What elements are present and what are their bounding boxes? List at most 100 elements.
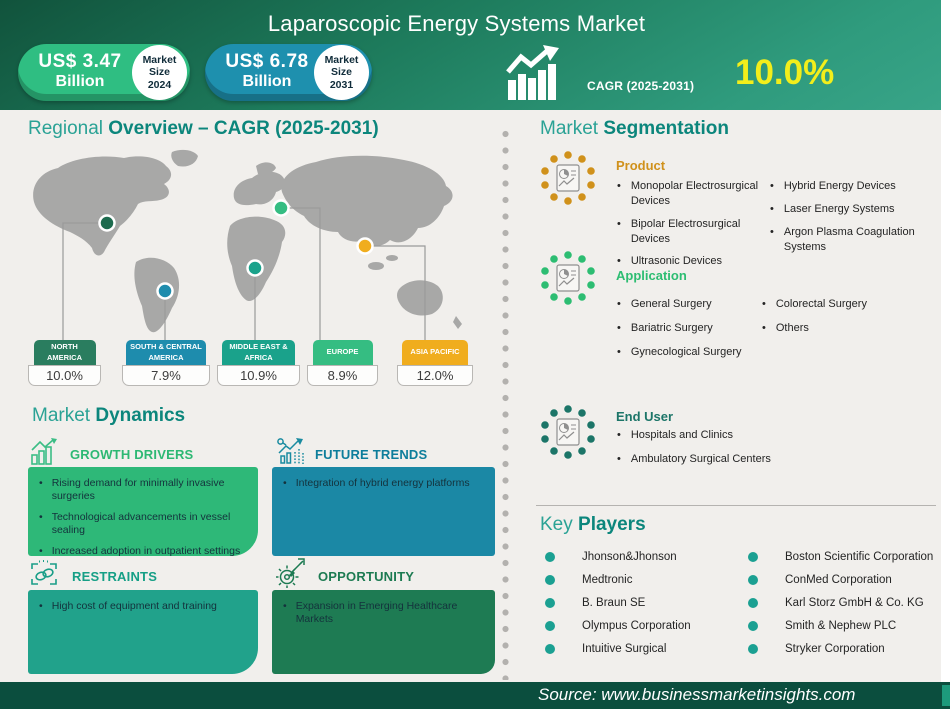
market-dynamics-title: Market Dynamics [32, 405, 185, 427]
region-name: MIDDLE EAST & AFRICA [222, 340, 295, 365]
market-size-badge-2031: US$ 6.78 Billion Market Size 2031 [205, 44, 372, 101]
application-segment-icon [538, 250, 602, 308]
source-text: Source: www.businessmarketinsights.com [538, 685, 855, 705]
player-bullet-icon [545, 575, 555, 585]
key-players-col2: Boston Scientific Corporation ConMed Cor… [748, 549, 933, 664]
market-segmentation-title: Market Segmentation [540, 118, 729, 140]
island [386, 255, 398, 261]
application-list-col1: General Surgery Bariatric Surgery Gyneco… [617, 297, 777, 369]
region-cagr-value: 7.9% [122, 365, 210, 386]
player-bullet-icon [545, 621, 555, 631]
region-cagr-value: 10.9% [217, 365, 300, 386]
restraint-item: High cost of equipment and training [32, 600, 248, 613]
product-item: Ultrasonic Devices [617, 254, 767, 269]
africa-landmass [227, 217, 285, 301]
future-trends-label: FUTURE TRENDS [315, 447, 427, 462]
product-item: Hybrid Energy Devices [770, 179, 938, 194]
asia-landmass [281, 156, 452, 246]
region-cagr-value: 10.0% [28, 365, 101, 386]
opportunity-item: Expansion in Emerging Healthcare Markets [276, 600, 485, 627]
key-player-row: Karl Storz GmbH & Co. KG [748, 595, 933, 611]
player-bullet-icon [545, 598, 555, 608]
key-player-row: Olympus Corporation [545, 618, 691, 634]
player-bullet-icon [748, 598, 758, 608]
product-item: Laser Energy Systems [770, 202, 938, 217]
application-item: Gynecological Surgery [617, 345, 777, 360]
player-name: Stryker Corporation [785, 643, 885, 655]
footer-bar: Source: www.businessmarketinsights.com [0, 682, 950, 709]
dotted-column-divider [502, 130, 509, 680]
key-player-row: Medtronic [545, 572, 691, 588]
key-player-row: Boston Scientific Corporation [748, 549, 933, 565]
key-player-row: B. Braun SE [545, 595, 691, 611]
map-dot-north-america [100, 216, 115, 231]
key-player-row: Jhonson&Jhonson [545, 549, 691, 565]
future-trend-item: Integration of hybrid energy platforms [276, 477, 485, 490]
player-bullet-icon [545, 644, 555, 654]
product-item: Bipolar Electrosurgical Devices [617, 217, 767, 247]
growth-drivers-label: GROWTH DRIVERS [70, 447, 193, 462]
player-name: Smith & Nephew PLC [785, 620, 896, 632]
header-banner: Laparoscopic Energy Systems Market US$ 3… [0, 0, 941, 110]
connector-europe [281, 208, 320, 342]
infographic-canvas: Laparoscopic Energy Systems Market US$ 3… [0, 0, 950, 709]
key-player-row: Intuitive Surgical [545, 641, 691, 657]
cagr-label: CAGR (2025-2031) [587, 79, 694, 93]
player-name: Jhonson&Jhonson [582, 551, 677, 563]
application-heading: Application [616, 268, 687, 283]
trend-line-icon [276, 437, 306, 465]
key-players-title: Key Players [540, 514, 646, 536]
key-player-row: Smith & Nephew PLC [748, 618, 933, 634]
player-name: Boston Scientific Corporation [785, 551, 933, 563]
region-card-south-central-america: SOUTH & CENTRAL AMERICA 7.9% [122, 340, 210, 386]
end-user-heading: End User [616, 409, 673, 424]
market-size-value: US$ 3.47 Billion [28, 51, 132, 91]
europe-landmass [234, 172, 285, 205]
future-trends-box: Integration of hybrid energy platforms [272, 467, 495, 556]
restraints-box: High cost of equipment and training [28, 590, 258, 674]
player-name: Medtronic [582, 574, 633, 586]
growth-drivers-box: Rising demand for minimally invasive sur… [28, 467, 258, 556]
key-player-row: ConMed Corporation [748, 572, 933, 588]
end-user-segment-icon [538, 404, 602, 462]
growth-driver-item: Rising demand for minimally invasive sur… [32, 477, 248, 504]
application-item: Bariatric Surgery [617, 321, 777, 336]
growth-driver-item: Increased adoption in outpatient setting… [32, 545, 248, 558]
end-user-item: Hospitals and Clinics [617, 428, 817, 443]
region-card-north-america: NORTH AMERICA 10.0% [28, 340, 101, 386]
product-heading: Product [616, 158, 665, 173]
opportunity-label: OPPORTUNITY [318, 569, 414, 584]
player-bullet-icon [748, 552, 758, 562]
new-zealand-landmass [453, 316, 462, 329]
bar-chart-growth-icon [30, 438, 60, 465]
region-name: NORTH AMERICA [34, 340, 96, 365]
market-size-year-circle: Market Size 2031 [314, 45, 369, 100]
greenland-landmass [171, 150, 198, 167]
product-item: Argon Plasma Coagulation Systems [770, 225, 938, 255]
player-name: ConMed Corporation [785, 574, 892, 586]
product-segment-icon [538, 150, 602, 208]
end-user-item: Ambulatory Surgical Centers [617, 452, 817, 467]
player-name: Olympus Corporation [582, 620, 691, 632]
product-item: Monopolar Electrosurgical Devices [617, 179, 767, 209]
player-bullet-icon [748, 644, 758, 654]
player-name: B. Braun SE [582, 597, 645, 609]
island [368, 262, 384, 270]
player-name: Karl Storz GmbH & Co. KG [785, 597, 924, 609]
page-title: Laparoscopic Energy Systems Market [0, 11, 927, 37]
player-bullet-icon [748, 621, 758, 631]
player-name: Intuitive Surgical [582, 643, 666, 655]
player-bullet-icon [748, 575, 758, 585]
end-user-list: Hospitals and Clinics Ambulatory Surgica… [617, 428, 817, 476]
world-map [24, 146, 474, 342]
region-name: EUROPE [313, 340, 373, 365]
footer-accent-block [942, 685, 950, 706]
application-list-col2: Colorectal Surgery Others [762, 297, 932, 345]
product-list-col1: Monopolar Electrosurgical Devices Bipola… [617, 179, 767, 277]
growth-driver-item: Technological advancements in vessel sea… [32, 511, 248, 538]
map-dot-europe [274, 201, 289, 216]
regional-overview-title: Regional Overview – CAGR (2025-2031) [28, 118, 379, 140]
region-cagr-value: 8.9% [307, 365, 378, 386]
region-card-middle-east-africa: MIDDLE EAST & AFRICA 10.9% [217, 340, 300, 386]
section-divider-line [536, 505, 936, 506]
